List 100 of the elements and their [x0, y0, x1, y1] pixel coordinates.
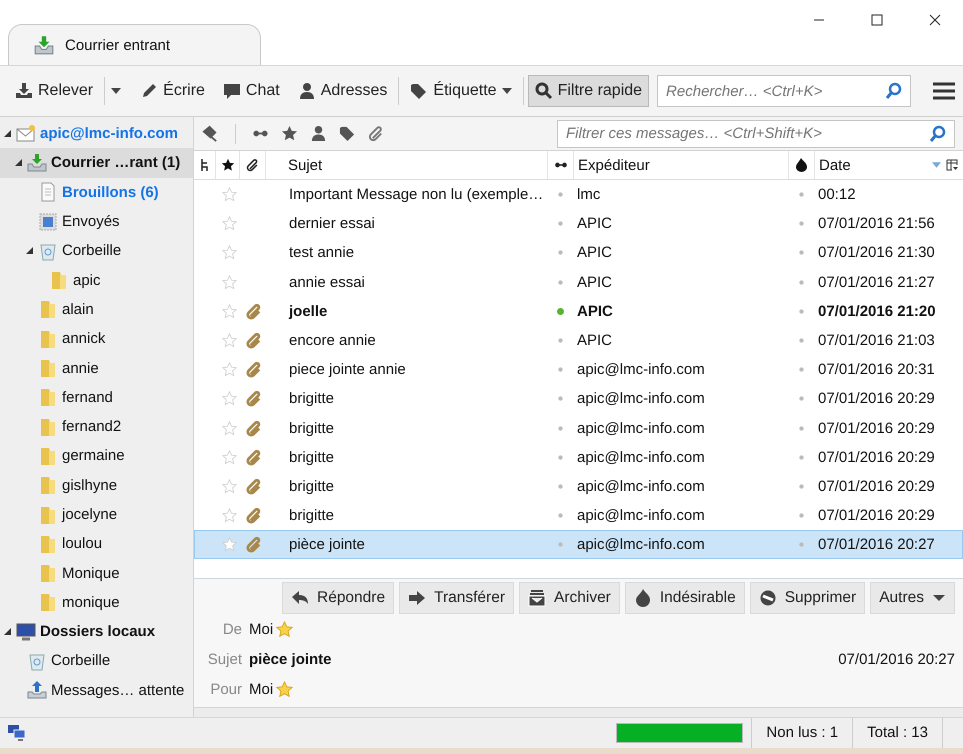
recipient-name[interactable]: Moi [249, 680, 274, 698]
folder-item[interactable]: germaine [0, 441, 193, 471]
junk-button[interactable]: Indésirable [624, 582, 745, 614]
column-header[interactable]: Expéditeur [574, 151, 789, 179]
read-status-dot[interactable] [556, 512, 564, 520]
sender-name[interactable]: Moi [249, 620, 274, 638]
folder-item[interactable]: Envoyés [0, 206, 193, 236]
junk-status-dot[interactable] [798, 512, 804, 520]
star-icon[interactable] [222, 333, 236, 348]
star-icon[interactable] [222, 420, 236, 436]
junk-status-dot[interactable] [798, 220, 804, 228]
glasses-icon[interactable] [554, 160, 568, 170]
folder-item[interactable]: Dossiers locaux [0, 617, 193, 646]
star-icon[interactable] [222, 537, 236, 552]
dropdown-arrow-icon[interactable] [111, 88, 122, 94]
folder-item[interactable]: monique [0, 588, 193, 618]
close-icon[interactable] [929, 14, 941, 26]
junk-status-dot[interactable] [798, 482, 804, 490]
junk-status-dot[interactable] [798, 249, 804, 256]
junk-status-dot[interactable] [798, 278, 804, 286]
expander-icon[interactable] [26, 247, 33, 254]
star-icon[interactable] [222, 508, 236, 524]
folder-item[interactable]: annick [0, 324, 193, 354]
write-button[interactable]: Écrire [133, 75, 212, 107]
folder-item[interactable]: Corbeille [0, 236, 193, 266]
delete-button[interactable]: Supprimer [750, 582, 866, 614]
message-row[interactable]: joelle APIC 07/01/2016 21:20 [194, 296, 963, 326]
junk-status-dot[interactable] [798, 308, 804, 315]
column-header[interactable]: Date [819, 156, 932, 174]
folder-item[interactable]: apic [0, 265, 193, 295]
read-status-dot[interactable] [556, 424, 564, 432]
folder-item[interactable]: fernand [0, 382, 193, 412]
expander-icon[interactable] [4, 628, 11, 636]
column-picker-icon[interactable] [946, 159, 958, 171]
filter-field[interactable]: Filtrer ces messages… <Ctrl+Shift+K> [557, 120, 955, 148]
read-status-dot[interactable] [556, 249, 564, 256]
paperclip-icon[interactable] [368, 125, 385, 142]
chat-button[interactable]: Chat [216, 75, 287, 107]
read-status-dot[interactable] [556, 366, 564, 374]
person-icon[interactable] [310, 125, 327, 142]
folder-item[interactable]: Messages… attente [0, 676, 193, 705]
star-icon[interactable] [220, 158, 234, 172]
folder-item[interactable]: Corbeille [0, 646, 193, 676]
get-button[interactable]: Relever [8, 75, 100, 107]
folder-item[interactable]: loulou [0, 529, 193, 558]
junk-status-dot[interactable] [798, 191, 804, 198]
message-row[interactable]: brigitte apic@lmc-info.com 07/01/2016 20:29 [194, 501, 963, 530]
column-header[interactable]: Sujet [266, 151, 548, 179]
read-status-dot[interactable] [556, 308, 564, 315]
junk-status-dot[interactable] [798, 395, 804, 402]
read-status-dot[interactable] [556, 337, 564, 344]
star-icon[interactable] [222, 450, 236, 465]
message-row[interactable]: test annie APIC 07/01/2016 21:30 [194, 238, 963, 268]
folder-item[interactable]: Brouillons (6) [0, 178, 193, 207]
forward-button[interactable]: Transférer [399, 582, 514, 614]
expander-icon[interactable] [15, 159, 22, 166]
message-row[interactable]: pièce jointe apic@lmc-info.com 07/01/2016 20:27 [194, 530, 963, 560]
message-row[interactable]: Important Message non lu (exemple… lmc 00:12 [194, 180, 963, 210]
star-icon[interactable] [222, 391, 236, 406]
sort-arrow-icon[interactable] [932, 162, 941, 168]
folder-item[interactable]: annie [0, 353, 193, 383]
junk-status-dot[interactable] [798, 337, 804, 344]
filter-button[interactable]: Filtre rapide [528, 75, 650, 107]
read-status-dot[interactable] [556, 191, 564, 198]
tag-button[interactable]: Étiquette [403, 75, 519, 107]
more-button[interactable]: Autres [870, 582, 955, 614]
search-field[interactable]: Rechercher… <Ctrl+K> [657, 75, 911, 107]
folder-item[interactable]: alain [0, 294, 193, 324]
star-icon[interactable] [222, 362, 236, 378]
star-icon[interactable] [222, 274, 236, 290]
message-row[interactable]: brigitte apic@lmc-info.com 07/01/2016 20:29 [194, 442, 963, 472]
star-icon[interactable] [276, 680, 294, 698]
contacts-button[interactable]: Adresses [290, 75, 394, 107]
folder-item[interactable]: apic@lmc-info.com [0, 119, 193, 148]
read-status-dot[interactable] [556, 482, 564, 490]
network-computers-icon[interactable] [8, 725, 26, 741]
message-row[interactable]: encore annie APIC 07/01/2016 21:03 [194, 326, 963, 356]
menu-icon[interactable] [933, 82, 955, 100]
star-icon[interactable] [222, 478, 236, 494]
message-row[interactable]: annie essai APIC 07/01/2016 21:27 [194, 268, 963, 297]
maximize-icon[interactable] [871, 14, 883, 26]
junk-status-dot[interactable] [798, 424, 804, 432]
folder-item[interactable]: Courrier …rant (1) [0, 148, 193, 178]
read-status-dot[interactable] [556, 454, 564, 461]
folder-item[interactable]: fernand2 [0, 412, 193, 442]
message-row[interactable]: brigitte apic@lmc-info.com 07/01/2016 20:29 [194, 414, 963, 443]
tag-icon[interactable] [339, 125, 356, 142]
star-icon[interactable] [281, 125, 298, 142]
thread-icon[interactable] [200, 158, 210, 172]
folder-item[interactable]: gislhyne [0, 470, 193, 500]
junk-status-dot[interactable] [798, 366, 804, 374]
mail-tab[interactable]: Courrier entrant [8, 24, 262, 65]
star-icon[interactable] [222, 245, 236, 260]
reply-button[interactable]: Répondre [282, 582, 394, 614]
message-row[interactable]: brigitte apic@lmc-info.com 07/01/2016 20:29 [194, 472, 963, 502]
message-row[interactable]: brigitte apic@lmc-info.com 07/01/2016 20:29 [194, 384, 963, 414]
paperclip-icon[interactable] [246, 158, 260, 172]
star-icon[interactable] [222, 187, 236, 202]
message-row[interactable]: dernier essai APIC 07/01/2016 21:56 [194, 209, 963, 238]
expander-icon[interactable] [4, 130, 11, 138]
